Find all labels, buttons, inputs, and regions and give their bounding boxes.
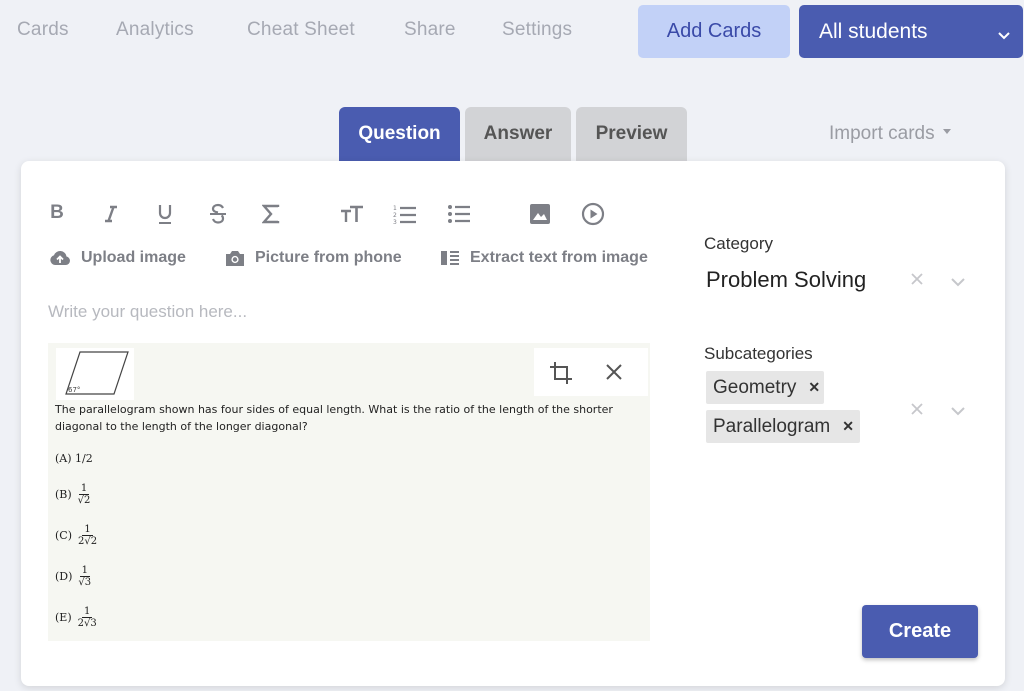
- category-select[interactable]: Problem Solving: [706, 267, 866, 293]
- category-label: Category: [704, 234, 773, 253]
- cloud-upload-icon: [50, 251, 70, 265]
- bullet-list-button[interactable]: [447, 202, 471, 226]
- option-value: 1/2: [75, 452, 93, 465]
- underline-icon: [158, 205, 172, 224]
- option-fraction: 1 2√2: [78, 524, 98, 547]
- numbered-list-button[interactable]: 123: [393, 202, 417, 226]
- underline-button[interactable]: [154, 202, 176, 226]
- subcategories-chevron-down-icon[interactable]: [950, 403, 966, 421]
- option-b: (B) 1 √2: [55, 483, 90, 506]
- tab-question[interactable]: Question: [339, 107, 460, 161]
- svg-text:2: 2: [393, 212, 397, 219]
- nav-cheat-sheet[interactable]: Cheat Sheet: [247, 19, 355, 41]
- add-cards-button[interactable]: Add Cards: [638, 5, 790, 58]
- import-cards-label: Import cards: [829, 123, 935, 144]
- italic-icon: [105, 205, 117, 223]
- extract-text-icon: [441, 251, 459, 265]
- numbered-list-icon: 123: [393, 205, 416, 225]
- question-text-input[interactable]: Write your question here...: [48, 302, 247, 322]
- remove-image-button[interactable]: [604, 362, 624, 382]
- nav-settings[interactable]: Settings: [502, 19, 572, 41]
- sigma-button[interactable]: [260, 203, 282, 225]
- nav-cards[interactable]: Cards: [17, 19, 69, 41]
- sigma-icon: [262, 204, 280, 224]
- option-letter: (E): [55, 611, 72, 624]
- students-dropdown[interactable]: All students: [799, 5, 1023, 58]
- option-letter: (B): [55, 488, 72, 501]
- category-chevron-down-icon[interactable]: [950, 274, 966, 292]
- option-letter: (A): [55, 452, 72, 465]
- question-image: 67° The parallelogram shown has four sid…: [48, 343, 650, 641]
- remove-chip-icon[interactable]: ✕: [842, 418, 854, 435]
- chip-label: Parallelogram: [713, 415, 831, 437]
- remove-chip-icon[interactable]: ✕: [808, 379, 820, 396]
- caret-down-icon: [942, 129, 951, 135]
- bold-button[interactable]: B: [48, 202, 66, 224]
- strikethrough-button[interactable]: [207, 202, 229, 226]
- tab-answer[interactable]: Answer: [465, 107, 571, 161]
- image-tools: [534, 348, 648, 396]
- option-letter: (D): [55, 570, 73, 583]
- close-icon: [606, 364, 622, 380]
- picture-from-phone-button[interactable]: Picture from phone: [225, 249, 402, 267]
- play-circle-icon: [581, 202, 605, 226]
- picture-from-phone-label: Picture from phone: [255, 249, 402, 266]
- create-button[interactable]: Create: [862, 605, 978, 658]
- extract-text-button[interactable]: Extract text from image: [440, 249, 648, 267]
- option-d: (D) 1 √3: [55, 565, 91, 588]
- option-fraction: 1 2√3: [77, 606, 97, 629]
- tab-preview[interactable]: Preview: [576, 107, 687, 161]
- chip-label: Geometry: [713, 376, 797, 398]
- crop-icon: [550, 362, 572, 384]
- import-cards-dropdown[interactable]: Import cards: [829, 123, 951, 145]
- crop-button[interactable]: [548, 360, 574, 386]
- option-fraction: 1 √3: [78, 565, 92, 588]
- angle-label: 67°: [68, 386, 80, 394]
- clear-category-icon[interactable]: [910, 270, 924, 291]
- svg-text:3: 3: [393, 219, 397, 225]
- option-letter: (C): [55, 529, 72, 542]
- option-c: (C) 1 2√2: [55, 524, 97, 547]
- chip-parallelogram: Parallelogram ✕: [706, 410, 860, 443]
- bullet-list-icon: [448, 205, 470, 223]
- clear-subcategories-icon[interactable]: [910, 400, 924, 421]
- insert-video-button[interactable]: [581, 202, 605, 226]
- parallelogram-figure: 67°: [56, 348, 134, 400]
- option-fraction: 1 √2: [77, 483, 91, 506]
- option-a: (A) 1/2: [55, 452, 93, 465]
- upload-image-label: Upload image: [81, 249, 186, 266]
- image-icon: [530, 204, 550, 224]
- svg-text:1: 1: [393, 205, 397, 212]
- chevron-down-icon: [997, 24, 1011, 48]
- top-nav: Cards Analytics Cheat Sheet Share Settin…: [0, 0, 1024, 62]
- subcategories-label: Subcategories: [704, 344, 813, 363]
- text-size-button[interactable]: [339, 203, 365, 225]
- students-dropdown-label: All students: [819, 19, 928, 43]
- question-image-text: The parallelogram shown has four sides o…: [55, 403, 613, 433]
- strikethrough-icon: [210, 203, 226, 224]
- option-e: (E) 1 2√3: [55, 606, 97, 629]
- insert-image-button[interactable]: [528, 202, 552, 226]
- italic-button[interactable]: [101, 203, 121, 225]
- camera-icon: [226, 250, 244, 266]
- nav-share[interactable]: Share: [404, 19, 456, 41]
- chip-geometry: Geometry ✕: [706, 371, 824, 404]
- text-size-icon: [341, 205, 363, 222]
- upload-image-button[interactable]: Upload image: [49, 249, 186, 267]
- extract-text-label: Extract text from image: [470, 249, 648, 266]
- nav-analytics[interactable]: Analytics: [116, 19, 194, 41]
